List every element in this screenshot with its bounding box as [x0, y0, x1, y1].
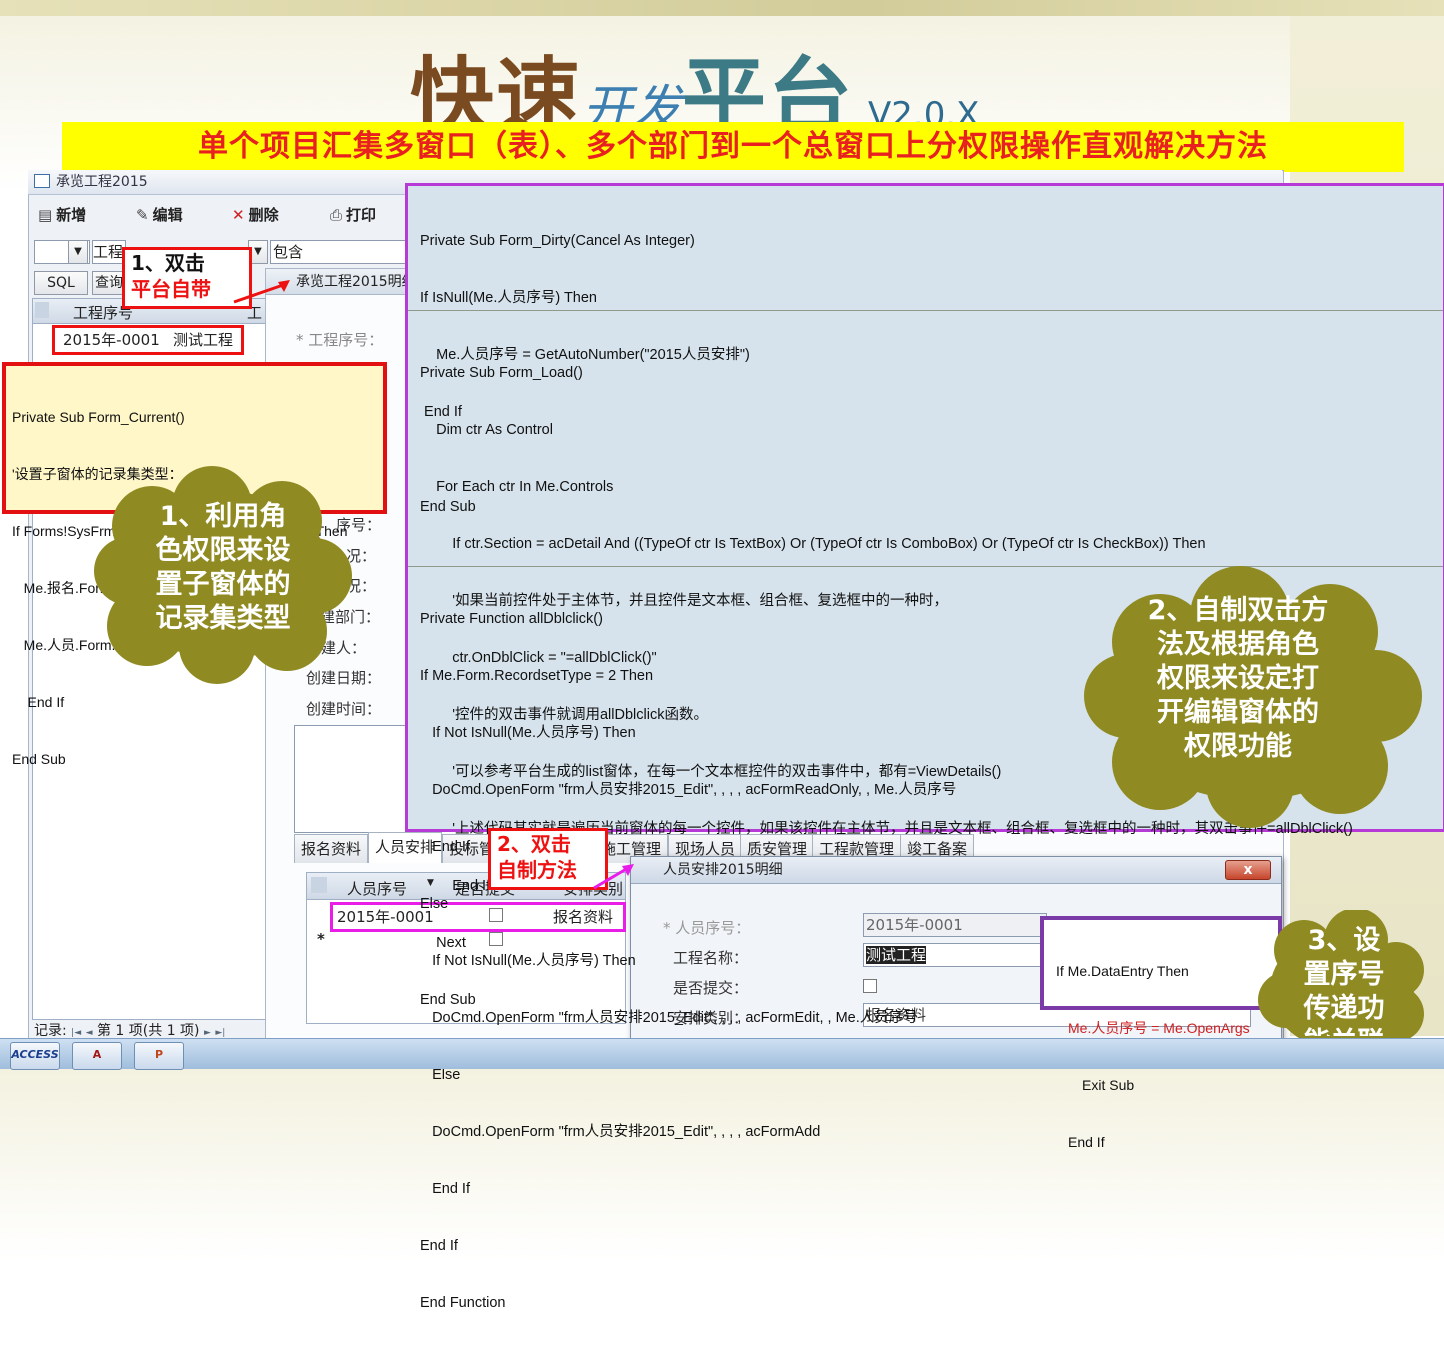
record-nav-label: 记录:	[34, 1023, 72, 1039]
prev-record-button[interactable]: ◄	[86, 1028, 93, 1038]
cloud3-line: 传递功	[1303, 993, 1385, 1024]
code-line: Exit Sub	[1082, 1077, 1135, 1093]
callout-step2-line2: 自制方法	[497, 858, 577, 882]
access-app-icon[interactable]: A	[72, 1042, 122, 1070]
row-highlight	[52, 325, 244, 355]
delete-icon: ✕	[232, 206, 245, 224]
code-alldblclick: Private Function allDblclick() If Me.For…	[420, 572, 956, 1351]
cloud2-line: 2、自制双击方	[1147, 595, 1329, 626]
code-line: If ctr.Section = acDetail And ((TypeOf c…	[420, 536, 1206, 552]
tab-registration[interactable]: 报名资料	[294, 834, 369, 863]
arrow-step1-icon	[233, 280, 290, 304]
subtitle-banner: 单个项目汇集多窗口（表）、多个部门到一个总窗口上分权限操作直观解决方法	[62, 122, 1404, 172]
callout-step2-line1: 2、双击	[497, 832, 571, 856]
code-line: DoCmd.OpenForm "frm人员安排2015_Edit", , , ,…	[420, 1010, 918, 1026]
new-label: 新增	[56, 206, 87, 224]
slide-title: 快速开发平台 V2.0.X	[410, 30, 979, 146]
code-line: If IsNull(Me.人员序号) Then	[420, 290, 597, 306]
powerpoint-icon[interactable]: P	[134, 1042, 184, 1070]
form-icon	[34, 174, 50, 188]
query-button[interactable]: 查询	[92, 271, 126, 295]
code-line: If Me.DataEntry Then	[1056, 963, 1189, 979]
edit-button[interactable]: ✎ 编辑	[136, 204, 183, 225]
cloud1-line: 置子窗体的	[155, 569, 291, 600]
col-staff-id[interactable]: 人员序号	[347, 878, 407, 899]
record-navigator: 记录: |◄ ◄ 第 1 项(共 1 项) ► ►|	[34, 1020, 266, 1039]
code-line: End If	[420, 1181, 470, 1197]
code-line: End If	[1068, 1134, 1105, 1150]
last-record-button[interactable]: ►|	[215, 1028, 225, 1038]
cloud3-line: 3、设	[1307, 925, 1381, 956]
code-line: DoCmd.OpenForm "frm人员安排2015_Edit", , , ,…	[420, 782, 957, 798]
select-all[interactable]	[35, 302, 49, 318]
cloud3-line: 能关联	[1284, 1026, 1404, 1036]
code-line: Private Sub Form_Load()	[420, 365, 583, 381]
print-button[interactable]: ⎙ 打印	[330, 204, 376, 225]
data-entry-code: If Me.DataEntry Then Me.人员序号 = Me.OpenAr…	[1040, 916, 1282, 1150]
code-line: Dim ctr As Control	[420, 422, 553, 438]
toolbar: ▤ 新增 ✎ 编辑 ✕ 删除 ⎙ 打印	[32, 198, 412, 230]
filter-field-label[interactable]: 工程	[92, 240, 126, 264]
top-strip	[0, 0, 1444, 16]
record-position[interactable]: 第 1 项(共 1 项)	[97, 1023, 200, 1039]
sql-button[interactable]: SQL	[34, 271, 88, 295]
subgrid-select-all[interactable]	[311, 877, 327, 893]
label-project-id: * 工程序号：	[296, 331, 384, 349]
cloud2-line: 法及根据角色	[1157, 629, 1319, 660]
new-row-marker: *	[317, 930, 325, 948]
print-label: 打印	[346, 206, 377, 224]
print-icon: ⎙	[330, 206, 343, 224]
first-record-button[interactable]: |◄	[71, 1028, 81, 1038]
cloud1-line: 色权限来设	[155, 535, 291, 566]
cloud3-line: 置序号	[1303, 959, 1385, 990]
code-line: If Not IsNull(Me.人员序号) Then	[420, 725, 636, 741]
code-line: For Each ctr In Me.Controls	[420, 479, 614, 495]
cloud3-text: 3、设 置序号 传递功 能关联	[1284, 924, 1404, 1036]
new-icon: ▤	[38, 206, 53, 224]
cloud1-text: 1、利用角 色权限来设 置子窗体的 记录集类型	[110, 500, 336, 636]
edit-label: 编辑	[152, 206, 183, 224]
code-line: If Me.Form.RecordsetType = 2 Then	[420, 668, 654, 684]
code-line: Else	[420, 896, 449, 912]
code-line: If Not IsNull(Me.人员序号) Then	[420, 953, 636, 969]
code-line: Private Function allDblclick()	[420, 611, 603, 627]
next-record-button[interactable]: ►	[204, 1028, 211, 1038]
detail-form-title: 承览工程2015明细	[296, 274, 416, 290]
code-line: Private Sub Form_Current()	[12, 409, 185, 425]
cloud2-line: 权限来设定打	[1157, 663, 1319, 694]
delete-label: 删除	[248, 206, 279, 224]
delete-button[interactable]: ✕ 删除	[232, 204, 279, 225]
code-separator	[408, 310, 1443, 311]
field-dropdown-arrow[interactable]: ▼	[68, 240, 88, 264]
arrow-step2-icon	[593, 864, 634, 890]
code-line: End If	[12, 694, 65, 710]
main-window-title: 承览工程2015	[56, 174, 148, 190]
access-taskbar-icon[interactable]: ACCESS	[10, 1042, 60, 1070]
cloud2-text: 2、自制双击方 法及根据角色 权限来设定打 开编辑窗体的 权限功能	[1116, 594, 1360, 764]
cloud1-line: 1、利用角	[159, 501, 287, 532]
taskbar: ACCESS A P	[0, 1038, 1444, 1070]
cloud2-line: 权限功能	[1184, 731, 1292, 762]
code-line: End If	[420, 1238, 458, 1254]
code-line: End Function	[420, 1295, 506, 1311]
cloud1-line: 记录集类型	[155, 603, 291, 634]
filter-mode[interactable]: 包含	[270, 240, 406, 264]
code-line: Private Sub Form_Dirty(Cancel As Integer…	[420, 233, 695, 249]
new-button[interactable]: ▤ 新增	[38, 204, 86, 225]
code-line: DoCmd.OpenForm "frm人员安排2015_Edit", , , ,…	[420, 1124, 821, 1140]
code-line: Me.人员序号 = Me.OpenArgs	[1068, 1020, 1250, 1036]
edit-icon: ✎	[136, 206, 149, 224]
code-line: End Sub	[12, 751, 66, 767]
cloud2-line: 开编辑窗体的	[1157, 697, 1319, 728]
